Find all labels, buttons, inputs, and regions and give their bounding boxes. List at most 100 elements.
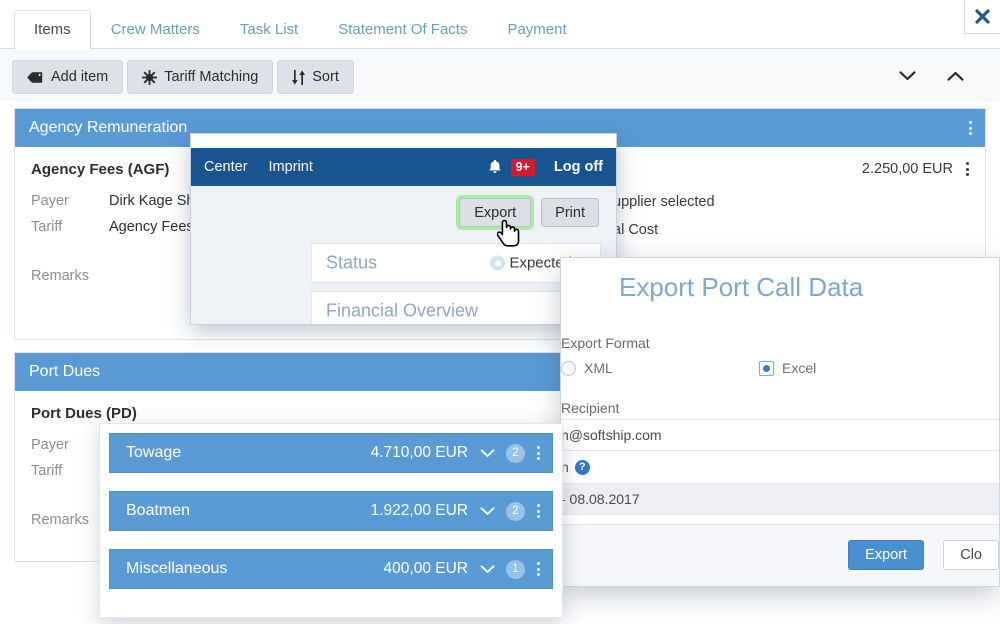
agency-fees-payer-label: Payer <box>31 193 69 209</box>
item-count-badge: 2 <box>506 443 525 463</box>
item-amount-miscellaneous: 400,00 EUR <box>383 560 468 577</box>
sort-label: Sort <box>312 69 339 85</box>
popup-top-strip <box>191 134 616 148</box>
agency-fees-tariff-value: Agency Fees <box>109 219 194 235</box>
asterisk-icon <box>142 69 158 85</box>
toolbar-button-group: Add item Tariff Matching Sort <box>12 60 354 94</box>
export-dialog-export-button[interactable]: Export <box>848 540 924 570</box>
date-value-row[interactable]: - 08.08.2017 <box>561 484 999 514</box>
agency-fees-tariff-label: Tariff <box>31 219 63 235</box>
item-name-miscellaneous: Miscellaneous <box>126 560 228 577</box>
popup-nav-links: Center Imprint <box>204 159 313 175</box>
tab-task-list[interactable]: Task List <box>220 10 318 49</box>
port-dues-title: Port Dues <box>29 363 101 380</box>
date-value: - 08.08.2017 <box>561 491 640 507</box>
item-amount-boatmen: 1.922,00 EUR <box>370 502 468 519</box>
agency-remuneration-title: Agency Remuneration <box>29 119 188 136</box>
export-dialog-content: Export Format XML Excel Recipient n@soft… <box>561 313 999 515</box>
export-dialog-export-label: Export <box>865 547 907 563</box>
tab-strip: Items Crew Matters Task List Statement O… <box>0 0 1000 50</box>
item-count-badge: 2 <box>506 501 525 521</box>
popup-export-button[interactable]: Export <box>459 198 532 227</box>
item-kebab-menu-icon[interactable] <box>537 562 540 576</box>
recipient-value: n@softship.com <box>561 427 662 443</box>
add-item-label: Add item <box>51 69 109 85</box>
financial-overview-label: Financial Overview <box>326 300 479 321</box>
port-dues-tariff-label: Tariff <box>31 463 63 479</box>
export-dialog-title: Export Port Call Data <box>619 272 864 302</box>
financial-overview-field[interactable]: Financial Overview <box>311 291 601 324</box>
item-name-boatmen: Boatmen <box>126 502 191 519</box>
item-chevron-down-icon[interactable] <box>480 506 495 516</box>
export-dialog-footer: Export Clo <box>561 524 999 586</box>
tab-list: Items Crew Matters Task List Statement O… <box>14 10 587 50</box>
radio-xml-icon <box>561 360 576 376</box>
popup-print-label: Print <box>555 204 585 221</box>
port-dues-payer-label: Payer <box>31 437 69 453</box>
window-close-button[interactable] <box>964 0 1000 34</box>
close-icon <box>975 9 990 24</box>
status-field-label: Status <box>326 252 378 273</box>
radio-excel-icon <box>759 360 774 376</box>
item-kebab-menu-icon[interactable] <box>537 504 540 518</box>
help-circle-icon[interactable]: ? <box>574 459 590 475</box>
list-item[interactable]: Boatmen 1.922,00 EUR 2 <box>109 491 553 531</box>
popup-body: Export Print Status Expected Financial O… <box>191 186 616 324</box>
sort-arrows-icon <box>292 69 306 85</box>
export-format-option-xml[interactable]: XML <box>561 360 759 376</box>
agency-remuneration-kebab-menu-icon[interactable] <box>969 121 972 135</box>
tab-crew-matters[interactable]: Crew Matters <box>91 10 220 49</box>
bell-icon[interactable] <box>488 159 502 176</box>
agency-fees-kebab-menu-icon[interactable] <box>966 162 969 176</box>
popup-print-button[interactable]: Print <box>541 198 599 227</box>
status-field[interactable]: Status Expected <box>311 243 601 283</box>
item-kebab-menu-icon[interactable] <box>537 446 540 460</box>
tariff-matching-label: Tariff Matching <box>164 69 259 85</box>
toolbar-collapse-controls <box>896 65 966 87</box>
tab-statement-of-facts-label: Statement Of Facts <box>338 21 468 38</box>
tab-payment[interactable]: Payment <box>487 10 586 49</box>
export-format-xml-label: XML <box>584 360 613 376</box>
recipient-value-row[interactable]: n@softship.com <box>561 420 999 450</box>
item-list-popup: Towage 4.710,00 EUR 2 Boatmen 1.922,00 E… <box>99 423 563 618</box>
export-format-option-excel[interactable]: Excel <box>759 360 816 376</box>
add-item-button[interactable]: Add item <box>12 60 124 94</box>
export-format-excel-label: Excel <box>782 360 817 376</box>
item-amount-towage: 4.710,00 EUR <box>370 444 468 461</box>
items-toolbar: Add item Tariff Matching Sort <box>0 49 1000 101</box>
tab-payment-label: Payment <box>507 21 567 38</box>
tariff-matching-button[interactable]: Tariff Matching <box>127 60 274 94</box>
agency-fees-supplier-note: upplier selected <box>613 194 715 210</box>
popup-export-label: Export <box>474 204 517 221</box>
log-off-button[interactable]: Log off <box>554 159 603 175</box>
list-item[interactable]: Miscellaneous 400,00 EUR 1 <box>109 549 553 589</box>
date-label-row: n ? <box>561 451 999 483</box>
notification-badge[interactable]: 9+ <box>510 158 535 176</box>
gear-icon <box>490 255 506 271</box>
item-chevron-down-icon[interactable] <box>480 448 495 458</box>
recipient-label: Recipient <box>561 400 620 416</box>
agency-fees-amount: 2.250,00 EUR <box>861 161 953 177</box>
export-dialog-close-button[interactable]: Clo <box>943 540 999 570</box>
tab-statement-of-facts[interactable]: Statement Of Facts <box>318 10 487 49</box>
agency-fees-payer-value: Dirk Kage Sh <box>109 193 195 209</box>
export-port-call-data-dialog: Export Port Call Data Export Format XML … <box>560 257 1000 587</box>
date-divider-bottom <box>561 514 999 515</box>
item-count-badge: 1 <box>506 559 525 579</box>
nav-link-center[interactable]: Center <box>204 159 248 175</box>
nav-link-imprint[interactable]: Imprint <box>269 159 313 175</box>
export-dialog-close-label: Clo <box>960 547 982 563</box>
collapse-all-chevron-down-icon[interactable] <box>896 65 918 87</box>
item-chevron-down-icon[interactable] <box>480 564 495 574</box>
popup-action-buttons: Export Print <box>459 198 599 227</box>
tab-items[interactable]: Items <box>14 10 91 50</box>
expand-all-chevron-up-icon[interactable] <box>944 65 966 87</box>
agency-fees-cost-note: al Cost <box>613 222 659 238</box>
export-format-options: XML Excel <box>561 360 999 376</box>
export-format-label: Export Format <box>561 335 650 351</box>
popup-nav-right: 9+ Log off <box>488 158 603 176</box>
tab-items-label: Items <box>34 21 71 38</box>
sort-button[interactable]: Sort <box>277 60 354 94</box>
list-item[interactable]: Towage 4.710,00 EUR 2 <box>109 433 553 473</box>
tab-crew-matters-label: Crew Matters <box>110 21 200 38</box>
